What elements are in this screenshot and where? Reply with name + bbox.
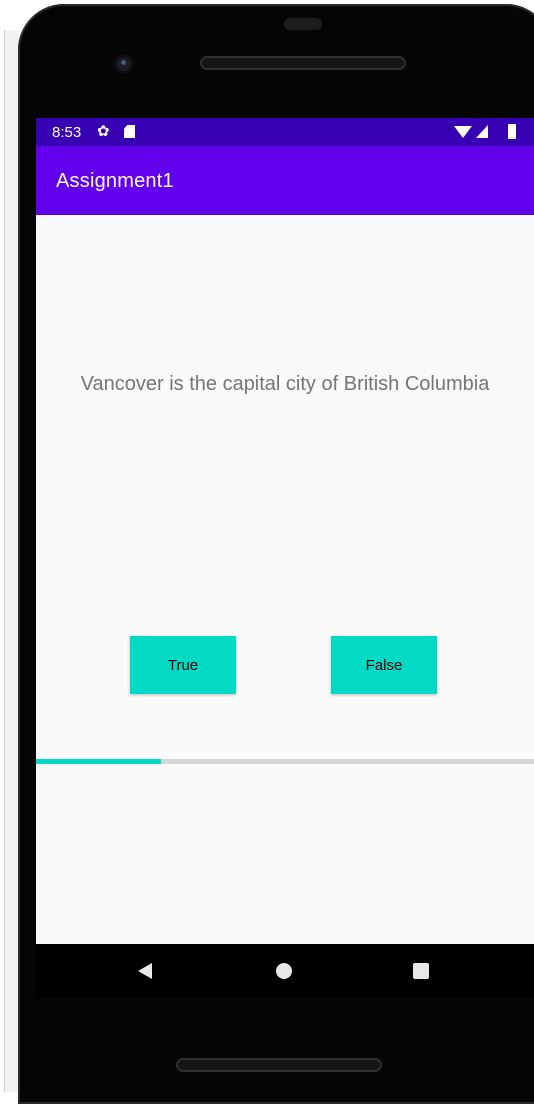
false-button[interactable]: False	[331, 636, 437, 694]
back-icon[interactable]	[138, 963, 152, 979]
question-text: Vancover is the capital city of British …	[80, 373, 490, 395]
front-camera	[114, 54, 134, 74]
true-button[interactable]: True	[130, 636, 236, 694]
battery-icon	[508, 124, 516, 139]
app-title: Assignment1	[56, 170, 174, 192]
app-screen: 8:53 ✿ Assignment1 Vancover is the capit…	[36, 118, 534, 944]
signal-icon	[476, 125, 488, 138]
device-edge	[4, 30, 19, 1092]
settings-icon: ✿	[97, 123, 110, 140]
progress-fill	[36, 759, 161, 764]
recents-icon[interactable]	[413, 963, 429, 979]
app-bar: Assignment1	[36, 146, 534, 215]
status-time: 8:53	[52, 124, 82, 141]
sd-card-icon	[124, 125, 135, 138]
navigation-bar	[36, 944, 534, 998]
earpiece	[284, 18, 322, 30]
top-speaker	[200, 56, 406, 70]
bottom-speaker	[176, 1058, 382, 1072]
status-bar: 8:53 ✿	[36, 118, 534, 146]
wifi-icon	[454, 126, 472, 138]
progress-bar	[36, 759, 534, 764]
home-icon[interactable]	[276, 963, 292, 979]
